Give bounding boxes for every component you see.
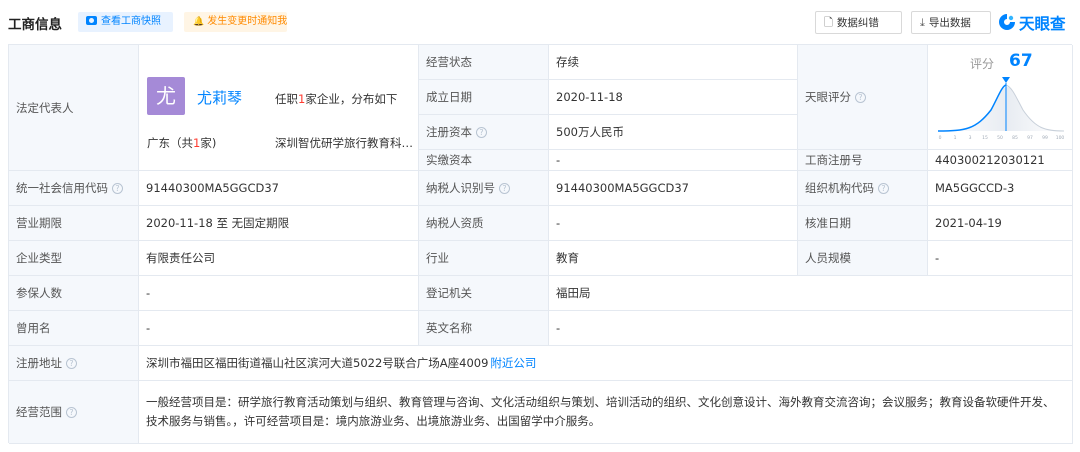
orgcode-value: MA5GGCCD-3: [928, 171, 1073, 206]
export-button[interactable]: ⤓ 导出数据: [911, 11, 991, 34]
province-prefix: 广东（共: [147, 136, 193, 150]
status-label: 经营状态: [419, 45, 549, 80]
insured-value: -: [139, 276, 419, 311]
orgcode-label-text: 组织机构代码: [805, 181, 874, 195]
avatar[interactable]: 尤: [147, 77, 185, 115]
type-value: 有限责任公司: [139, 241, 419, 276]
legal-rep-positions: 任职1家企业，分布如下: [275, 91, 397, 107]
score-caption: 评分: [970, 57, 995, 71]
credit-code-label-text: 统一社会信用代码: [16, 181, 108, 195]
score-tick-label: 85: [1012, 135, 1018, 141]
taxq-value: -: [549, 206, 798, 241]
notify-button-label: 发生变更时通知我: [207, 16, 288, 27]
help-icon[interactable]: ?: [112, 182, 123, 194]
former-name-label: 曾用名: [9, 311, 139, 346]
founded-value: 2020-11-18: [549, 80, 798, 115]
capital-value: 500万人民币: [549, 115, 798, 150]
business-info-table: 法定代表人 尤 尤莉琴 任职1家企业，分布如下 广东（共1家) 深圳智优研学旅行…: [8, 44, 1073, 444]
authority-label: 登记机关: [419, 276, 549, 311]
snapshot-button[interactable]: 查看工商快照: [78, 12, 173, 32]
regno-label: 工商注册号: [798, 150, 928, 171]
score-label-text: 天眼评分: [805, 90, 851, 104]
scope-label: 经营范围?: [9, 381, 139, 444]
positions-prefix: 任职: [275, 92, 298, 106]
term-label: 营业期限: [9, 206, 139, 241]
notify-button[interactable]: 🔔 发生变更时通知我: [184, 12, 287, 32]
correct-button-label: 数据纠错: [836, 17, 879, 29]
status-value: 存续: [549, 45, 798, 80]
score-value: 67: [1009, 51, 1033, 71]
legal-rep-label: 法定代表人: [9, 45, 139, 171]
address-value: 深圳市福田区福田街道福山社区滨河大道5022号联合广场A座4009: [146, 356, 489, 370]
legal-rep-cell: 尤 尤莉琴 任职1家企业，分布如下 广东（共1家) 深圳智优研学旅行教育科技有限…: [139, 45, 419, 171]
score-label: 天眼评分?: [798, 45, 928, 150]
score-distribution-chart: 0 1 3 15 50 85 97 99 100: [937, 77, 1065, 141]
regno-value: 440300212030121: [928, 150, 1073, 171]
score-tick-label: 15: [982, 135, 988, 141]
score-tick-label: 50: [997, 135, 1003, 141]
authority-value: 福田局: [549, 276, 1073, 311]
address-label: 注册地址?: [9, 346, 139, 381]
section-title: 工商信息: [8, 17, 62, 33]
document-icon: 🗋: [824, 16, 833, 29]
capital-label-text: 注册资本: [426, 125, 472, 139]
capital-label: 注册资本?: [419, 115, 549, 150]
industry-label: 行业: [419, 241, 549, 276]
score-tick-label: 99: [1042, 135, 1048, 141]
scope-label-text: 经营范围: [16, 405, 62, 419]
legal-rep-province[interactable]: 广东（共1家): [147, 135, 216, 151]
score-tick-label: 100: [1056, 135, 1065, 141]
insured-label: 参保人数: [9, 276, 139, 311]
address-label-text: 注册地址: [16, 356, 62, 370]
section-header: 工商信息 查看工商快照 🔔 发生变更时通知我 🗋 数据纠错 ⤓ 导出数据 天眼查: [0, 0, 1080, 44]
score-tick-label: 97: [1027, 135, 1033, 141]
taxid-value: 91440300MA5GGCD37: [549, 171, 798, 206]
approve-label: 核准日期: [798, 206, 928, 241]
orgcode-label: 组织机构代码?: [798, 171, 928, 206]
score-tick-label: 1: [954, 135, 957, 141]
camera-icon: [86, 16, 97, 25]
taxid-label-text: 纳税人识别号: [426, 181, 495, 195]
bell-icon: 🔔: [193, 17, 205, 27]
approve-value: 2021-04-19: [928, 206, 1073, 241]
help-icon[interactable]: ?: [499, 182, 510, 194]
logo-text: 天眼查: [1019, 15, 1066, 33]
english-name-value: -: [549, 311, 1073, 346]
staff-label: 人员规模: [798, 241, 928, 276]
correct-button[interactable]: 🗋 数据纠错: [815, 11, 902, 34]
download-icon: ⤓: [920, 16, 925, 29]
paid-label: 实缴资本: [419, 150, 549, 171]
credit-code-label: 统一社会信用代码?: [9, 171, 139, 206]
paid-value: -: [549, 150, 798, 171]
help-icon[interactable]: ?: [66, 406, 77, 418]
help-icon[interactable]: ?: [66, 357, 77, 369]
legal-rep-name[interactable]: 尤莉琴: [197, 87, 242, 108]
province-suffix: 家): [200, 136, 217, 150]
taxq-label: 纳税人资质: [419, 206, 549, 241]
founded-label: 成立日期: [419, 80, 549, 115]
address-value-cell: 深圳市福田区福田街道福山社区滨河大道5022号联合广场A座4009 附近公司: [139, 346, 1073, 381]
industry-value: 教育: [549, 241, 798, 276]
help-icon[interactable]: ?: [476, 126, 487, 138]
logo-icon: [999, 14, 1015, 30]
score-cell[interactable]: 评分 67 0 1 3 15 50 85 97 99 100: [928, 45, 1073, 150]
scope-value: 一般经营项目是：研学旅行教育活动策划与组织、教育管理与咨询、文化活动组织与策划、…: [139, 381, 1073, 444]
export-button-label: 导出数据: [928, 17, 971, 29]
nearby-companies-link[interactable]: 附近公司: [490, 355, 536, 371]
english-name-label: 英文名称: [419, 311, 549, 346]
help-icon[interactable]: ?: [855, 91, 866, 103]
positions-suffix: 家企业，分布如下: [305, 92, 398, 106]
former-name-value: -: [139, 311, 419, 346]
score-tick-label: 3: [969, 135, 972, 141]
tianyancha-logo[interactable]: 天眼查: [998, 11, 1078, 33]
staff-value: -: [928, 241, 1073, 276]
legal-rep-company[interactable]: 深圳智优研学旅行教育科技有限公司: [275, 135, 415, 151]
snapshot-button-label: 查看工商快照: [101, 16, 161, 27]
taxid-label: 纳税人识别号?: [419, 171, 549, 206]
help-icon[interactable]: ?: [878, 182, 889, 194]
term-value: 2020-11-18 至 无固定期限: [139, 206, 419, 241]
score-tick-label: 0: [939, 135, 942, 141]
type-label: 企业类型: [9, 241, 139, 276]
credit-code-value: 91440300MA5GGCD37: [139, 171, 419, 206]
